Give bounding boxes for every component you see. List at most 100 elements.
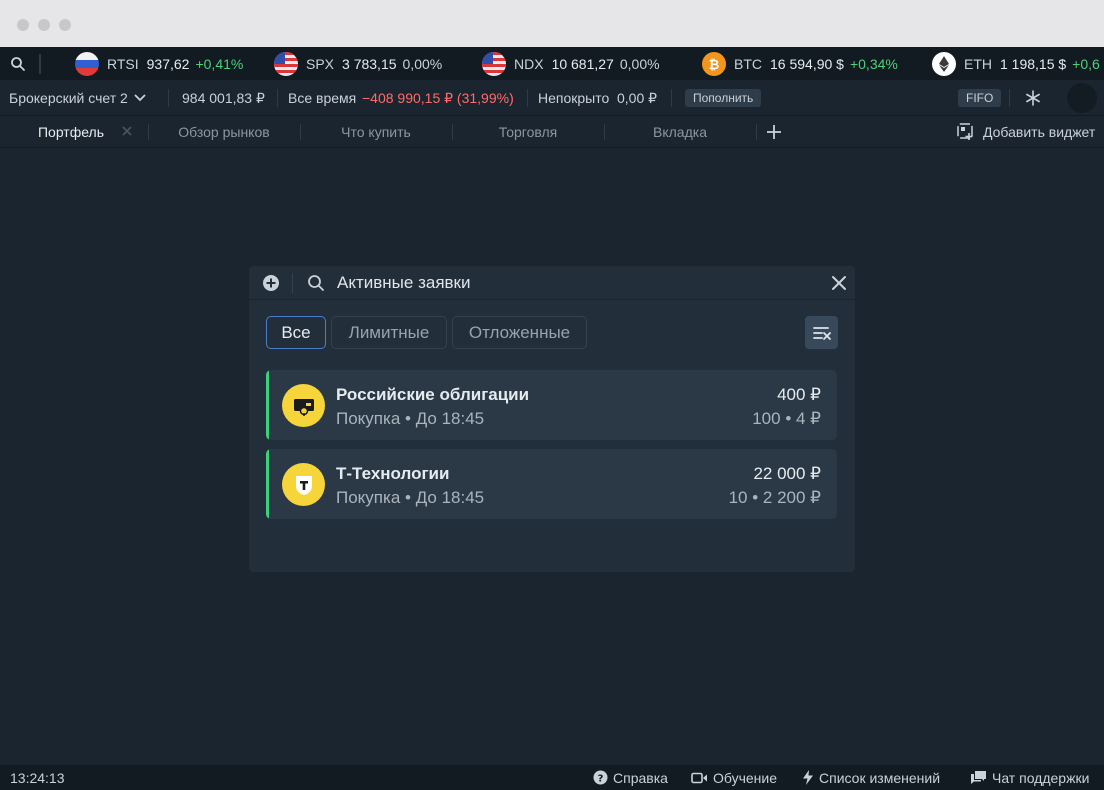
widget-title[interactable]: Активные заявки xyxy=(337,266,471,300)
order-instrument: Российские облигации xyxy=(336,385,530,404)
order-side: Покупка xyxy=(336,409,401,428)
status-bar: 13:24:13 ? Справка Обучение Список измен… xyxy=(0,765,1104,790)
add-circle-icon[interactable] xyxy=(262,274,280,297)
tab-label: Вкладка xyxy=(653,124,707,140)
ticker-symbol: NDX xyxy=(514,55,544,72)
divider xyxy=(1009,89,1010,107)
order-qty: 10 xyxy=(728,488,748,507)
order-qty: 100 xyxy=(752,409,781,428)
uncovered-label: Непокрыто xyxy=(538,90,610,106)
account-balance: 984 001,83 ₽ xyxy=(182,89,265,106)
divider xyxy=(168,89,169,107)
tab-trading[interactable]: Торговля xyxy=(452,116,604,148)
add-widget-icon xyxy=(957,123,975,141)
learning-link[interactable]: Обучение xyxy=(691,765,777,790)
help-link[interactable]: ? Справка xyxy=(593,765,668,790)
ticker-item-btc[interactable]: ₿ BTC 16 594,90 $ +0,34% xyxy=(702,47,898,80)
ticker-item-ndx[interactable]: NDX 10 681,27 0,00% xyxy=(482,47,660,80)
header-divider xyxy=(292,273,293,293)
ticker-item-spx[interactable]: SPX 3 783,15 0,00% xyxy=(274,47,442,80)
order-detail: 10 • 2 200 ₽ xyxy=(729,488,821,508)
chevron-down-icon xyxy=(134,94,146,102)
minimize-window-button[interactable] xyxy=(38,19,50,31)
changelog-label: Список изменений xyxy=(819,769,941,786)
account-bar: Брокерский счет 2 984 001,83 ₽ Все время… xyxy=(0,80,1104,116)
active-orders-widget: Активные заявки Все Лимитные Отложенные … xyxy=(249,266,855,572)
maximize-window-button[interactable] xyxy=(59,19,71,31)
ticker-divider xyxy=(39,54,41,74)
order-price: 4 ₽ xyxy=(796,409,821,428)
account-name: Брокерский счет 2 xyxy=(9,90,128,106)
usa-flag-icon xyxy=(274,51,298,76)
uncovered-value: 0,00 ₽ xyxy=(617,89,658,106)
order-detail: 100 • 4 ₽ xyxy=(752,409,821,429)
divider xyxy=(277,89,278,107)
order-row[interactable]: Т-Технологии Покупка • До 18:45 22 000 ₽… xyxy=(266,449,837,519)
close-icon[interactable] xyxy=(831,275,847,296)
ticker-change: 0,00% xyxy=(402,55,443,72)
tab-label: Портфель xyxy=(37,124,105,140)
period-label[interactable]: Все время xyxy=(288,80,356,116)
video-camera-icon xyxy=(691,772,708,784)
ticker-symbol: BTC xyxy=(734,55,762,72)
tab-custom[interactable]: Вкладка xyxy=(604,116,756,148)
ethereum-icon xyxy=(932,51,956,76)
filter-all[interactable]: Все xyxy=(266,316,326,349)
order-status-bar xyxy=(266,449,269,519)
add-widget-button[interactable]: Добавить виджет xyxy=(957,116,1095,148)
changelog-link[interactable]: Список изменений xyxy=(802,765,940,790)
ticker-item-eth[interactable]: ETH 1 198,15 $ +0,6 xyxy=(932,47,1100,80)
close-window-button[interactable] xyxy=(17,19,29,31)
add-widget-label: Добавить виджет xyxy=(983,124,1096,140)
ticker-change: +0,6 xyxy=(1072,55,1100,72)
avatar[interactable] xyxy=(1067,83,1097,113)
title-bar xyxy=(0,0,1104,47)
filter-deferred[interactable]: Отложенные xyxy=(452,316,587,349)
order-amount: 400 ₽ xyxy=(777,385,821,404)
order-meta: Покупка • До 18:45 xyxy=(336,409,484,429)
clear-filter-button[interactable] xyxy=(805,316,838,349)
divider xyxy=(527,89,528,107)
tab-label: Что купить xyxy=(341,124,411,140)
ticker-change: 0,00% xyxy=(619,55,660,72)
russia-flag-icon xyxy=(75,51,99,76)
t-shield-logo-icon xyxy=(282,463,325,506)
ticker-symbol: SPX xyxy=(306,55,335,72)
ticker-price: 10 681,27 xyxy=(551,55,614,72)
clock: 13:24:13 xyxy=(10,769,65,786)
tab-market-overview[interactable]: Обзор рынков xyxy=(148,116,300,148)
fifo-button[interactable]: FIFO xyxy=(958,89,1002,107)
ticker-price: 3 783,15 xyxy=(342,55,397,72)
chat-icon xyxy=(970,770,987,785)
tab-portfolio[interactable]: Портфель xyxy=(15,116,127,148)
account-selector[interactable]: Брокерский счет 2 xyxy=(9,80,146,116)
search-icon[interactable] xyxy=(307,274,325,297)
tab-what-to-buy[interactable]: Что купить xyxy=(300,116,452,148)
ticker-item-rtsi[interactable]: RTSI 937,62 +0,41% xyxy=(75,47,243,80)
topup-button[interactable]: Пополнить xyxy=(685,89,762,107)
search-icon[interactable] xyxy=(10,56,26,72)
order-status-bar xyxy=(266,370,269,440)
ticker-price: 937,62 xyxy=(146,55,190,72)
order-row[interactable]: Российские облигации Покупка • До 18:45 … xyxy=(266,370,837,440)
help-label: Справка xyxy=(613,769,668,786)
learning-label: Обучение xyxy=(713,769,778,786)
ticker-symbol: RTSI xyxy=(107,55,139,72)
add-tab-icon[interactable] xyxy=(767,125,781,142)
close-tab-icon[interactable] xyxy=(121,124,133,140)
lightning-icon xyxy=(802,770,814,785)
support-chat-link[interactable]: Чат поддержки xyxy=(970,765,1089,790)
ticker-change: +0,41% xyxy=(195,55,244,72)
order-meta: Покупка • До 18:45 xyxy=(336,488,484,508)
bitcoin-icon: ₿ xyxy=(702,51,726,76)
filter-limit[interactable]: Лимитные xyxy=(331,316,447,349)
svg-text:₿: ₿ xyxy=(709,58,720,73)
tab-label: Обзор рынков xyxy=(178,124,270,140)
widget-header: Активные заявки xyxy=(249,266,855,300)
period-pnl: −408 990,15 ₽ (31,99%) xyxy=(362,89,514,106)
ticker-change: +0,34% xyxy=(849,55,898,72)
ticker-symbol: ETH xyxy=(964,55,992,72)
order-instrument: Т-Технологии xyxy=(336,464,450,483)
separator-dot: • xyxy=(405,488,416,507)
snowflake-icon[interactable] xyxy=(1025,80,1041,116)
